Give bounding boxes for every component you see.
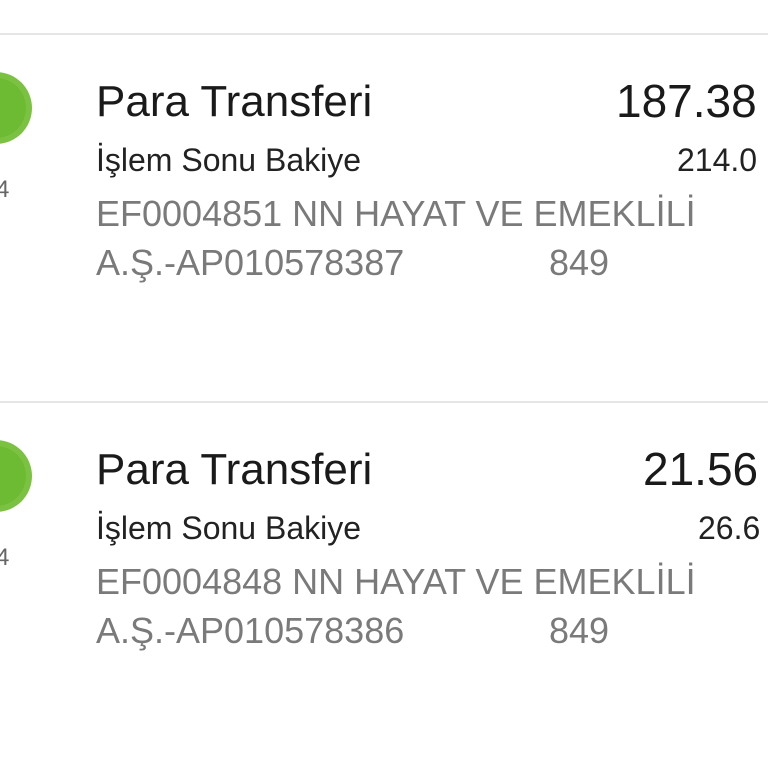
status-success-icon <box>0 72 32 144</box>
transaction-item[interactable]: 4 Para Transferi 21.56 İşlem Sonu Bakiye… <box>0 402 768 762</box>
transaction-title: Para Transferi <box>96 445 373 494</box>
transaction-description-line2: A.Ş.-AP010578387 <box>96 242 405 283</box>
balance-value: 214.0 <box>677 142 758 178</box>
transaction-item[interactable]: 4 Para Transferi 187.38 İşlem Sonu Bakiy… <box>0 34 768 394</box>
transaction-list: 4 Para Transferi 187.38 İşlem Sonu Bakiy… <box>0 0 768 768</box>
transaction-amount: 187.38 <box>616 75 757 127</box>
balance-value: 26.6 <box>698 510 761 546</box>
transaction-description-suffix: 849 <box>549 610 610 651</box>
transaction-description-suffix: 849 <box>549 242 610 283</box>
transaction-date-fragment: 4 <box>0 176 10 203</box>
transaction-description-line1: EF0004851 NN HAYAT VE EMEKLİLİ <box>96 193 696 234</box>
transaction-description-line1: EF0004848 NN HAYAT VE EMEKLİLİ <box>96 561 696 602</box>
transaction-amount: 21.56 <box>643 443 759 495</box>
balance-label: İşlem Sonu Bakiye <box>96 510 362 546</box>
transaction-title: Para Transferi <box>96 77 373 126</box>
balance-label: İşlem Sonu Bakiye <box>96 142 362 178</box>
transaction-date-fragment: 4 <box>0 544 10 571</box>
status-success-icon <box>0 440 32 512</box>
transaction-description-line2: A.Ş.-AP010578386 <box>96 610 405 651</box>
